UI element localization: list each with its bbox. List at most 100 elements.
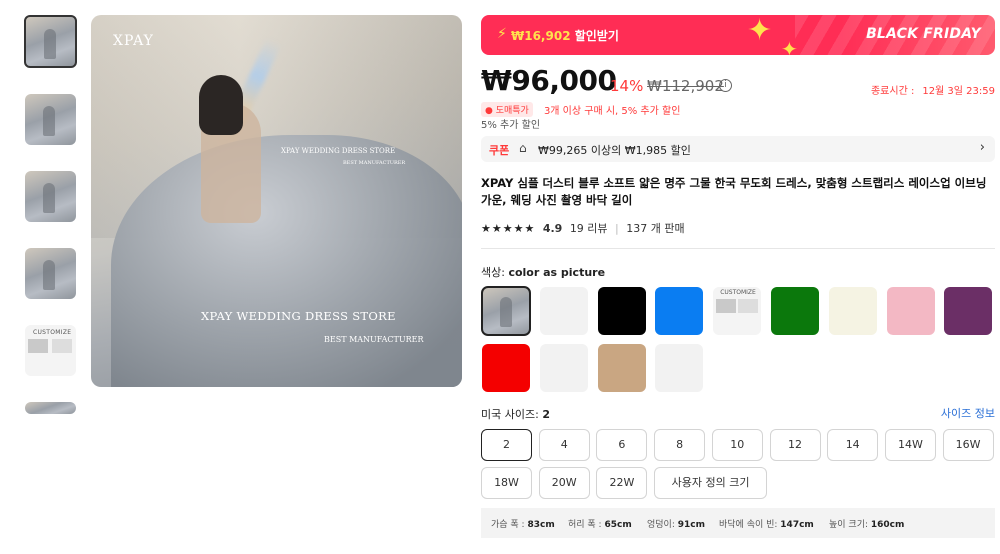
size-option[interactable]: 2	[481, 429, 532, 461]
info-icon[interactable]: i	[719, 79, 732, 92]
measurement-label: 허리 폭 :	[568, 520, 605, 530]
review-count[interactable]: 19 리뷰	[570, 222, 608, 235]
customize-image	[738, 299, 759, 313]
banner-coupon-suffix: 할인받기	[570, 29, 619, 43]
color-swatch[interactable]	[481, 286, 531, 336]
size-option[interactable]: 18W	[481, 467, 532, 499]
image-brand-text: XPAY	[113, 33, 154, 49]
sold-count: 137 개 판매	[626, 222, 685, 235]
wholesale-badge: ● 도매특가	[481, 102, 533, 117]
color-swatch[interactable]	[539, 287, 588, 335]
watermark-big: XPAY WEDDING DRESS STORE	[201, 309, 396, 323]
end-time-value: 12월 3일 23:59	[922, 86, 995, 97]
color-swatch[interactable]	[655, 344, 704, 392]
size-option[interactable]: 10	[711, 429, 763, 461]
black-friday-label: BLACK FRIDAY	[866, 26, 981, 42]
color-swatch[interactable]	[886, 287, 935, 335]
measurement-bar: 가슴 폭 : 83cm 허리 폭 : 65cm 엉덩이: 91cm 바닥에 속이 빈:…	[481, 508, 995, 538]
dress-shape	[111, 135, 462, 387]
color-label-prefix: 색상:	[481, 266, 509, 279]
customize-image	[52, 339, 72, 353]
measurement-value: 91cm	[677, 520, 705, 530]
size-label: 미국 사이즈: 2	[481, 406, 550, 422]
customize-label: CUSTOMIZE	[33, 329, 72, 336]
coupon-row[interactable]: 쿠폰 ⌂ ₩99,265 이상의 ₩1,985 할인 ›	[481, 136, 995, 162]
deal-text: 3개 이상 구매 시, 5% 추가 할인	[543, 106, 681, 117]
sparkle-icon: ✦	[747, 15, 773, 48]
measurement-label: 높이 크기:	[829, 520, 871, 530]
separator: |	[615, 222, 619, 235]
measurement-value: 160cm	[870, 520, 905, 530]
main-product-image[interactable]: XPAY XPAY WEDDING DRESS STORE BEST MANUF…	[91, 15, 462, 387]
color-swatch[interactable]	[597, 344, 646, 392]
measurement-item: 바닥에 속이 빈: 147cm	[719, 517, 814, 530]
color-swatch[interactable]	[944, 287, 993, 335]
wholesale-badge-label: 도매특가	[495, 106, 529, 116]
thumbnail-5[interactable]: CUSTOMIZE	[25, 325, 76, 376]
size-label-prefix: 미국 사이즈:	[481, 408, 543, 421]
color-swatch[interactable]: CUSTOMIZE	[713, 287, 762, 335]
rating-row: ★★★★★ 4.9 19 리뷰 | 137 개 판매	[481, 220, 685, 236]
rating-score: 4.9	[542, 222, 563, 235]
chevron-right-icon[interactable]: ›	[980, 140, 985, 155]
banner-coupon-amount: ₩16,902	[511, 29, 571, 43]
color-swatch[interactable]	[828, 287, 877, 335]
size-option[interactable]: 20W	[538, 467, 590, 499]
thumbnail-4[interactable]	[25, 248, 76, 299]
measurement-value: 83cm	[527, 520, 555, 530]
end-time-label: 종료시간 :	[870, 86, 915, 97]
color-selected-value: color as picture	[508, 266, 606, 279]
color-swatch[interactable]	[482, 344, 530, 392]
customize-image	[28, 339, 48, 353]
thumbnail-3[interactable]	[25, 171, 76, 222]
color-swatch[interactable]	[655, 287, 704, 335]
sale-end-time: 종료시간 : 12월 3일 23:59	[871, 82, 995, 97]
color-label: 색상: color as picture	[481, 264, 605, 280]
measurement-label: 엉덩이:	[647, 520, 678, 530]
thumbnail-2[interactable]	[25, 94, 76, 145]
measurement-item: 가슴 폭 : 83cm	[491, 517, 555, 530]
promo-banner[interactable]: ✦ ✦ ⚡ ₩16,902 할인받기 BLACK FRIDAY	[481, 15, 995, 55]
star-rating-icon: ★★★★★	[481, 222, 536, 235]
model-hair	[199, 75, 243, 135]
customize-image	[716, 299, 737, 313]
thumbnail-1[interactable]	[24, 15, 77, 68]
measurement-item: 허리 폭 : 65cm	[568, 517, 632, 530]
divider	[481, 248, 995, 249]
watermark-big-sub: BEST MANUFACTURER	[324, 335, 424, 344]
coupon-label: 쿠폰	[489, 144, 510, 157]
size-option[interactable]: 14W	[884, 429, 936, 461]
thumbnail-6[interactable]	[25, 402, 76, 414]
thumbnail-figure	[44, 29, 56, 59]
size-selected-value: 2	[542, 408, 550, 421]
size-option[interactable]: 16W	[942, 429, 994, 461]
tag-icon: ⌂	[519, 141, 527, 155]
color-swatch[interactable]	[771, 287, 819, 335]
sparkle-icon: ✦	[781, 37, 798, 55]
size-option[interactable]: 사용자 정의 크기	[654, 467, 768, 499]
customize-label: CUSTOMIZE	[720, 289, 756, 296]
size-guide-link[interactable]: 사이즈 정보	[941, 405, 995, 421]
size-option[interactable]: 4	[538, 429, 590, 461]
thumbnail-list: CUSTOMIZE	[24, 15, 78, 414]
size-option[interactable]: 22W	[596, 467, 648, 499]
size-option[interactable]: 6	[596, 429, 648, 461]
color-swatch[interactable]	[539, 344, 588, 392]
banner-coupon[interactable]: ₩16,902 할인받기	[511, 27, 619, 44]
measurement-label: 바닥에 속이 빈:	[719, 520, 781, 530]
watermark-small-sub: BEST MANUFACTURER	[343, 160, 406, 166]
extra-discount: 5% 추가 할인	[481, 120, 541, 131]
color-swatch[interactable]	[597, 287, 646, 335]
discount-percent: 14%	[610, 77, 644, 95]
size-option[interactable]: 12	[769, 429, 821, 461]
measurement-value: 147cm	[780, 520, 814, 530]
coupon-text: ₩99,265 이상의 ₩1,985 할인	[538, 144, 691, 157]
current-price: ₩96,000	[481, 64, 617, 97]
size-option[interactable]: 8	[654, 429, 706, 461]
thumbnail-figure	[43, 260, 55, 290]
thumbnail-figure	[43, 183, 55, 213]
bolt-icon: ⚡	[497, 26, 507, 42]
price-row: ₩96,000 14% ₩112,902 i 종료시간 : 12월 3일 23:5…	[481, 64, 995, 100]
watermark-small: XPAY WEDDING DRESS STORE	[281, 147, 396, 155]
size-option[interactable]: 14	[827, 429, 879, 461]
